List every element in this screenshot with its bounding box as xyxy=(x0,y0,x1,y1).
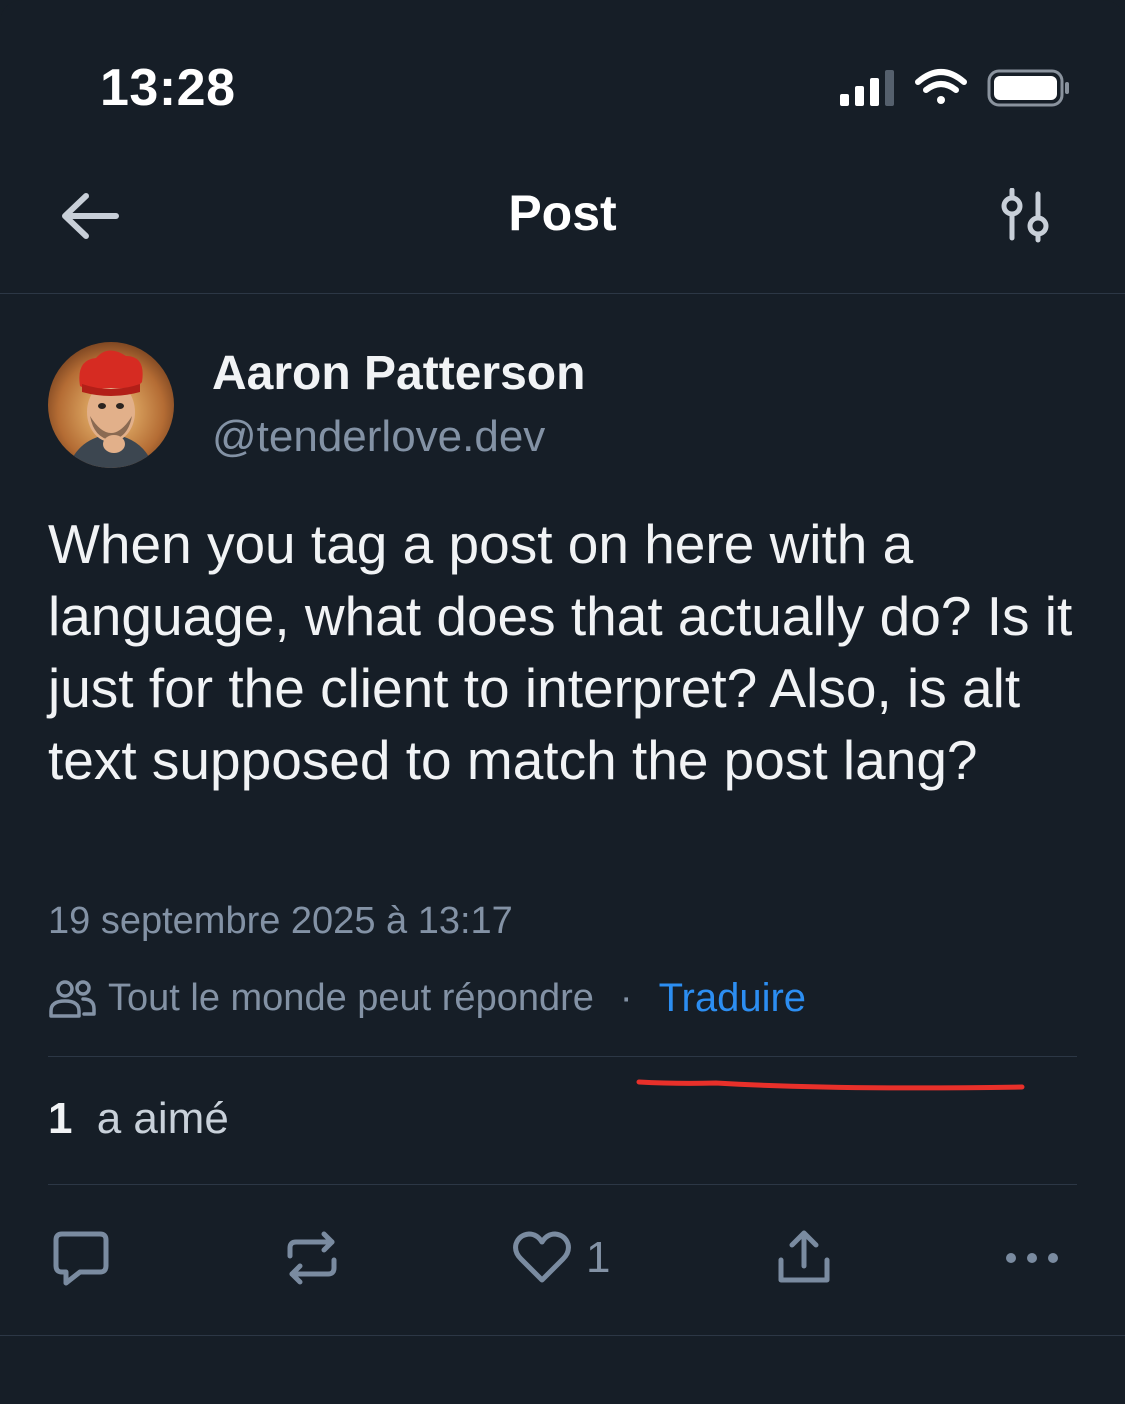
battery-icon xyxy=(987,69,1069,107)
like-button[interactable]: 1 xyxy=(512,1226,610,1290)
author-name[interactable]: Aaron Patterson xyxy=(212,346,585,401)
status-time: 13:28 xyxy=(100,59,236,117)
post-timestamp: 19 septembre 2025 à 13:17 xyxy=(48,900,513,942)
avatar-image xyxy=(48,342,174,468)
people-icon xyxy=(49,980,96,1018)
separator-dot: · xyxy=(619,976,633,1019)
divider-actions-top xyxy=(48,1184,1077,1185)
page-title: Post xyxy=(508,185,617,241)
like-count: 1 xyxy=(586,1233,611,1282)
wifi-icon xyxy=(915,69,967,104)
more-icon xyxy=(1006,1253,1058,1263)
signal-icon xyxy=(840,70,894,106)
sliders-icon[interactable] xyxy=(996,188,1056,248)
post-screen: 13:28 Post Aaron Patterson @tenderlove.d… xyxy=(0,0,1125,1404)
reply-settings-row: Tout le monde peut répondre · Traduire xyxy=(48,968,806,1028)
divider-bottom xyxy=(0,1335,1125,1336)
more-button[interactable] xyxy=(1002,1226,1062,1290)
status-icons xyxy=(840,69,1069,107)
share-button[interactable] xyxy=(776,1226,832,1290)
share-icon xyxy=(778,1230,830,1283)
heart-icon xyxy=(513,1231,571,1283)
likes-label: a aimé xyxy=(96,1094,229,1143)
red-underline-annotation xyxy=(636,1079,1025,1091)
comment-icon xyxy=(53,1231,109,1286)
author-handle[interactable]: @tenderlove.dev xyxy=(212,412,545,462)
repost-icon xyxy=(287,1231,337,1285)
header-divider xyxy=(0,293,1125,294)
avatar[interactable] xyxy=(48,342,174,468)
reply-setting-label: Tout le monde peut répondre xyxy=(108,976,594,1019)
repost-button[interactable] xyxy=(282,1226,342,1290)
likes-count: 1 xyxy=(48,1094,73,1143)
translate-link[interactable]: Traduire xyxy=(659,976,806,1021)
reply-button[interactable] xyxy=(50,1226,112,1290)
post-text: When you tag a post on here with a langu… xyxy=(48,513,1073,791)
divider-likes-top xyxy=(48,1056,1077,1057)
likes-summary[interactable]: 1 a aimé xyxy=(48,1094,229,1144)
